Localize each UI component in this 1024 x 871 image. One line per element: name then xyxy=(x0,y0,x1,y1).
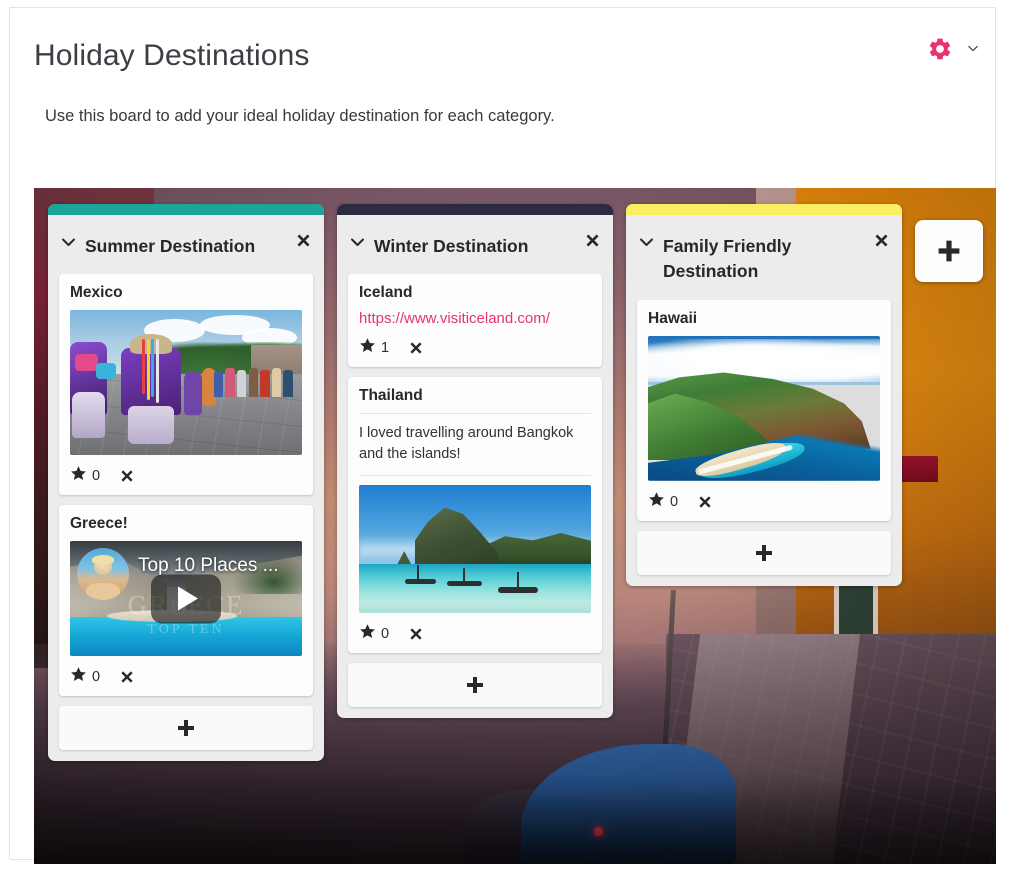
card-star-button[interactable]: 0 xyxy=(70,465,100,487)
card-link[interactable]: https://www.visiticeland.com/ xyxy=(359,310,591,327)
column-delete-button[interactable] xyxy=(294,231,312,249)
card-delete-button[interactable] xyxy=(119,468,135,484)
card-star-count: 0 xyxy=(670,493,679,510)
card-star-count: 0 xyxy=(381,625,390,642)
card-iceland[interactable]: Iceland https://www.visiticeland.com/ 1 xyxy=(348,274,602,368)
card-footer: 0 xyxy=(70,665,302,688)
card-video-greece[interactable]: Top 10 Places ... GREECE TOP TEN xyxy=(70,541,302,657)
card-description[interactable]: I loved travelling around Bangkok and th… xyxy=(359,423,591,464)
video-play-button[interactable] xyxy=(151,574,221,624)
star-icon xyxy=(648,491,665,513)
card-footer: 0 xyxy=(359,622,591,645)
board: Summer Destination Mexico 0 Greece! Top … xyxy=(34,188,996,864)
card-title[interactable]: Mexico xyxy=(70,284,302,302)
column-collapse-icon[interactable] xyxy=(350,237,365,247)
add-card-button-winter[interactable] xyxy=(348,662,602,707)
star-icon xyxy=(70,465,87,487)
card-title[interactable]: Thailand xyxy=(359,387,591,405)
page-subtitle: Use this board to add your ideal holiday… xyxy=(45,107,555,125)
plus-icon xyxy=(938,240,960,262)
column-cards: Hawaii 0 xyxy=(626,299,902,586)
card-star-count: 1 xyxy=(381,340,390,357)
page-header: Holiday Destinations Use this board to a… xyxy=(10,8,995,190)
card-greece[interactable]: Greece! Top 10 Places ... TOP TEN 0 xyxy=(59,505,313,697)
card-image-mexico xyxy=(70,310,302,456)
card-star-button[interactable]: 0 xyxy=(70,666,100,688)
column-collapse-icon[interactable] xyxy=(61,237,76,247)
card-star-button[interactable]: 0 xyxy=(648,491,678,513)
video-watermark-subtext: TOP TEN xyxy=(147,621,225,637)
card-footer: 0 xyxy=(70,464,302,487)
board-columns: Summer Destination Mexico 0 Greece! Top … xyxy=(34,188,996,864)
column-title[interactable]: Summer Destination xyxy=(85,234,281,259)
page-title: Holiday Destinations xyxy=(34,39,310,72)
card-image-hawaii xyxy=(648,335,880,481)
plus-icon xyxy=(467,676,483,693)
column-delete-button[interactable] xyxy=(583,231,601,249)
card-star-count: 0 xyxy=(92,669,101,686)
card-divider xyxy=(359,474,591,476)
card-delete-button[interactable] xyxy=(408,626,424,642)
column-title[interactable]: Family Friendly Destination xyxy=(663,234,889,285)
card-mexico[interactable]: Mexico 0 xyxy=(59,274,313,496)
board-column-family-friendly: Family Friendly Destination Hawaii 0 xyxy=(626,204,902,586)
add-column-button[interactable] xyxy=(915,220,983,282)
card-delete-button[interactable] xyxy=(408,340,424,356)
settings-button[interactable] xyxy=(925,34,955,64)
card-image-thailand xyxy=(359,484,591,613)
chevron-down-icon xyxy=(967,40,979,58)
settings-dropdown-button[interactable] xyxy=(965,39,981,59)
star-icon xyxy=(359,623,376,645)
card-title[interactable]: Iceland xyxy=(359,284,591,302)
card-title[interactable]: Hawaii xyxy=(648,310,880,328)
column-cards: Iceland https://www.visiticeland.com/ 1 … xyxy=(337,274,613,717)
column-title[interactable]: Winter Destination xyxy=(374,234,554,259)
card-star-button[interactable]: 0 xyxy=(359,623,389,645)
column-header: Winter Destination xyxy=(337,215,613,274)
star-icon xyxy=(359,337,376,359)
add-card-button-family-friendly[interactable] xyxy=(637,530,891,575)
board-column-winter: Winter Destination Iceland https://www.v… xyxy=(337,204,613,718)
card-footer: 1 xyxy=(359,336,591,359)
plus-icon xyxy=(756,544,772,561)
plus-icon xyxy=(178,720,194,737)
column-stripe xyxy=(626,204,902,215)
column-stripe xyxy=(337,204,613,215)
card-delete-button[interactable] xyxy=(697,494,713,510)
left-gutter xyxy=(0,0,9,871)
card-hawaii[interactable]: Hawaii 0 xyxy=(637,299,891,521)
column-delete-button[interactable] xyxy=(872,231,890,249)
column-header: Family Friendly Destination xyxy=(626,215,902,300)
board-column-summer: Summer Destination Mexico 0 Greece! Top … xyxy=(48,204,324,762)
star-icon xyxy=(70,666,87,688)
card-star-count: 0 xyxy=(92,468,101,485)
content-panel: Holiday Destinations Use this board to a… xyxy=(9,7,996,864)
card-footer: 0 xyxy=(648,490,880,513)
column-collapse-icon[interactable] xyxy=(639,237,654,247)
card-star-button[interactable]: 1 xyxy=(359,337,389,359)
column-stripe xyxy=(48,204,324,215)
column-cards: Mexico 0 Greece! Top 10 Places ... TOP T… xyxy=(48,274,324,761)
card-title[interactable]: Greece! xyxy=(70,515,302,533)
add-card-button-summer[interactable] xyxy=(59,706,313,751)
card-thailand[interactable]: Thailand I loved travelling around Bangk… xyxy=(348,377,602,653)
gear-icon xyxy=(927,36,953,62)
card-divider xyxy=(359,413,591,415)
app-page: Holiday Destinations Use this board to a… xyxy=(0,0,1024,871)
header-actions xyxy=(925,34,981,64)
play-icon xyxy=(178,586,198,611)
column-header: Summer Destination xyxy=(48,215,324,274)
card-delete-button[interactable] xyxy=(119,669,135,685)
